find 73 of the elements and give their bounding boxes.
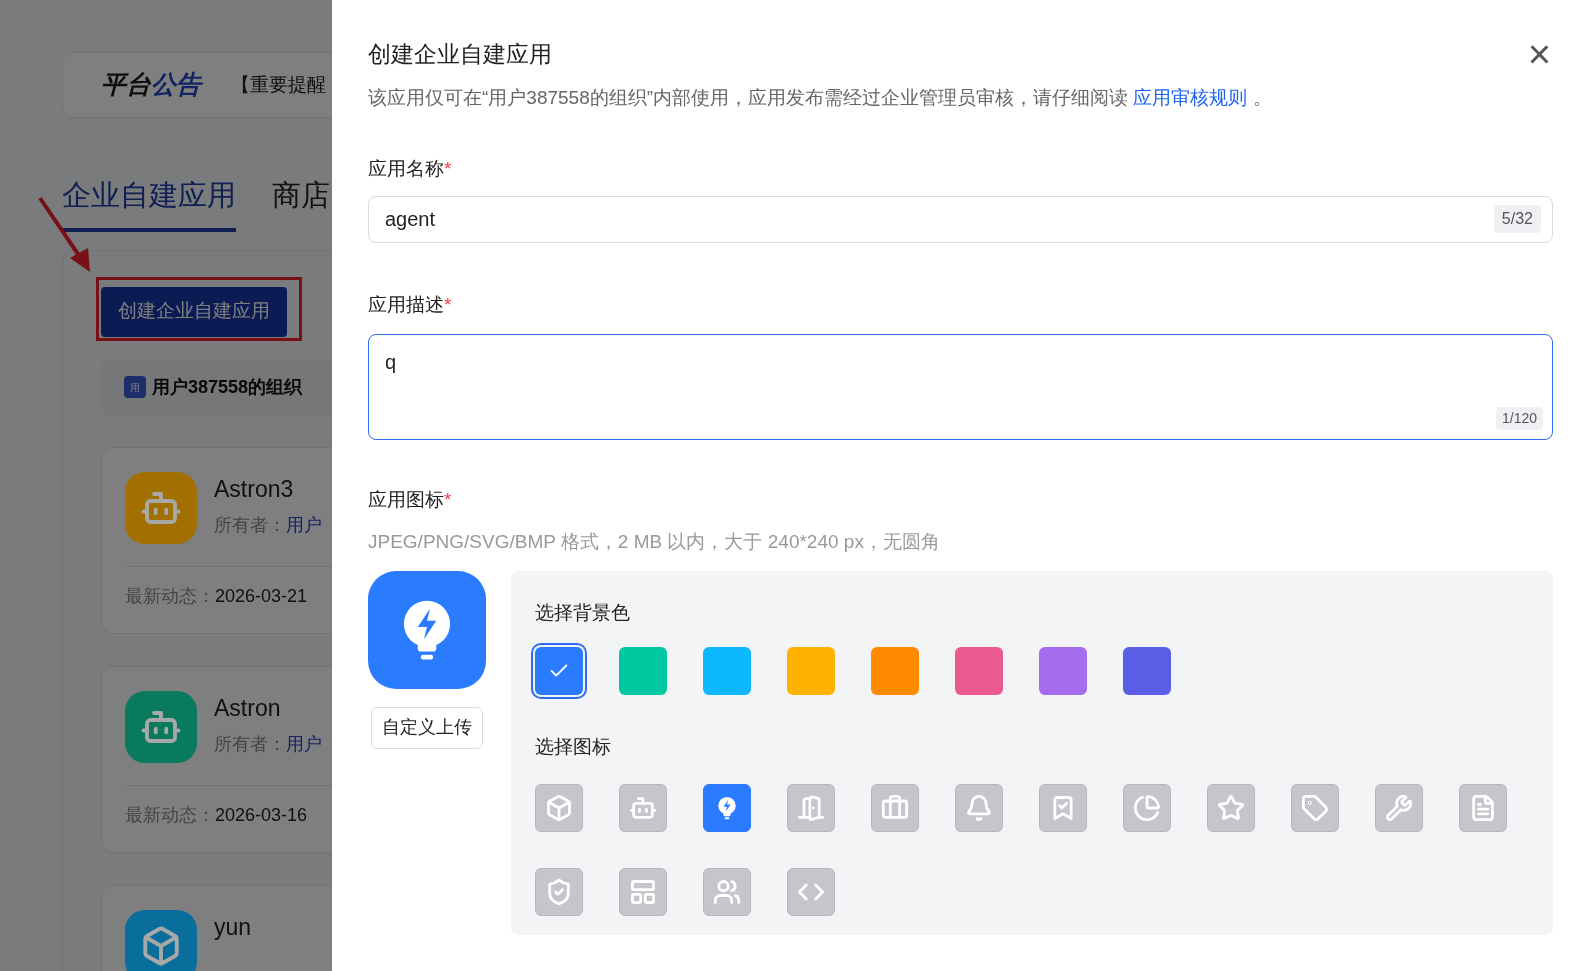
drawer-notice: 该应用仅可在“用户387558的组织”内部使用，应用发布需经过企业管理员审核，请仔细阅读 应用审核规则 。 [368, 86, 1273, 110]
layout-icon [629, 877, 657, 906]
updated-date: 2026-03-16 [215, 803, 308, 827]
owner-label: 所有者： [214, 514, 286, 537]
icon-option[interactable] [1291, 783, 1339, 832]
drawer-title: 创建企业自建应用 [368, 39, 552, 69]
icon-option[interactable] [703, 783, 751, 832]
shield-icon [545, 877, 573, 906]
section-label: 选择图标 [535, 735, 612, 759]
owner-link[interactable]: 用户 [286, 512, 322, 539]
create-app-button[interactable]: 创建企业自建应用 [101, 286, 287, 337]
icon-option[interactable] [1459, 783, 1507, 832]
app-card[interactable]: yun [101, 884, 332, 971]
bell-icon [965, 793, 993, 822]
wrench-icon [1385, 793, 1413, 822]
character-count: 1/120 [1495, 406, 1543, 430]
close-button[interactable]: × [1527, 34, 1551, 74]
app-name: Astron3 [214, 474, 295, 504]
file-icon [1469, 793, 1497, 822]
announcement-title: 平台公告 [101, 69, 201, 101]
cube-icon [140, 924, 182, 967]
icon-option[interactable] [955, 783, 1003, 832]
app-card[interactable]: Astron3 所有者：用户 最新动态：2026-03-21 [101, 446, 332, 634]
section-label: 选择背景色 [535, 600, 631, 625]
icon-option[interactable] [787, 867, 835, 916]
cube-icon [545, 793, 573, 822]
icon-option[interactable] [1207, 783, 1255, 832]
color-swatch[interactable] [871, 647, 919, 695]
color-swatch[interactable] [1123, 647, 1171, 695]
color-swatch[interactable] [1039, 647, 1087, 695]
required-mark: * [444, 293, 452, 317]
required-mark: * [444, 156, 452, 181]
app-name: yun [214, 912, 252, 942]
updated-label: 最新动态： [125, 584, 215, 608]
icon-option[interactable] [619, 867, 667, 916]
color-swatch[interactable] [787, 647, 835, 695]
field-label: 应用名称 [368, 156, 444, 181]
upload-button[interactable]: 自定义上传 [371, 706, 483, 749]
pie-icon [1133, 793, 1161, 822]
icon-option[interactable] [871, 783, 919, 832]
door-icon [797, 793, 825, 822]
color-swatch[interactable] [619, 647, 667, 695]
icon-option[interactable] [1039, 783, 1087, 832]
character-count: 5/32 [1493, 205, 1541, 233]
announcement-text: 【重要提醒 [231, 72, 326, 97]
briefcase-icon [881, 793, 909, 822]
star-icon [1217, 793, 1245, 822]
app-card[interactable]: Astron 所有者：用户 最新动态：2026-03-16 [101, 665, 332, 853]
icon-option[interactable] [619, 783, 667, 832]
icon-option[interactable] [1375, 783, 1423, 832]
owner-link[interactable]: 用户 [286, 731, 322, 758]
tab[interactable]: 企业自建应用 [62, 174, 236, 232]
updated-date: 2026-03-21 [215, 584, 308, 608]
review-rules-link[interactable]: 应用审核规则 [1133, 87, 1248, 108]
updated-label: 最新动态： [125, 803, 215, 827]
users-icon [713, 877, 741, 906]
app-name: Astron [214, 693, 282, 723]
icon-option[interactable] [787, 783, 835, 832]
field-label: 应用描述 [368, 293, 444, 317]
required-mark: * [444, 487, 452, 512]
organization-name: 用户387558的组织 [152, 375, 303, 399]
tag-icon [1301, 793, 1329, 822]
icon-option[interactable] [703, 867, 751, 916]
icon-option[interactable] [1123, 783, 1171, 832]
icon-hint: JPEG/PNG/SVG/BMP 格式，2 MB 以内，大于 240*240 px，无圆角 [368, 530, 941, 554]
tab[interactable]: 商店 [272, 174, 330, 232]
color-swatch[interactable] [955, 647, 1003, 695]
icon-option[interactable] [535, 783, 583, 832]
organization-badge: 用 [124, 376, 146, 398]
field-label: 应用图标 [368, 487, 444, 512]
color-swatch[interactable] [703, 647, 751, 695]
owner-label: 所有者： [214, 733, 286, 756]
icon-option[interactable] [535, 867, 583, 916]
